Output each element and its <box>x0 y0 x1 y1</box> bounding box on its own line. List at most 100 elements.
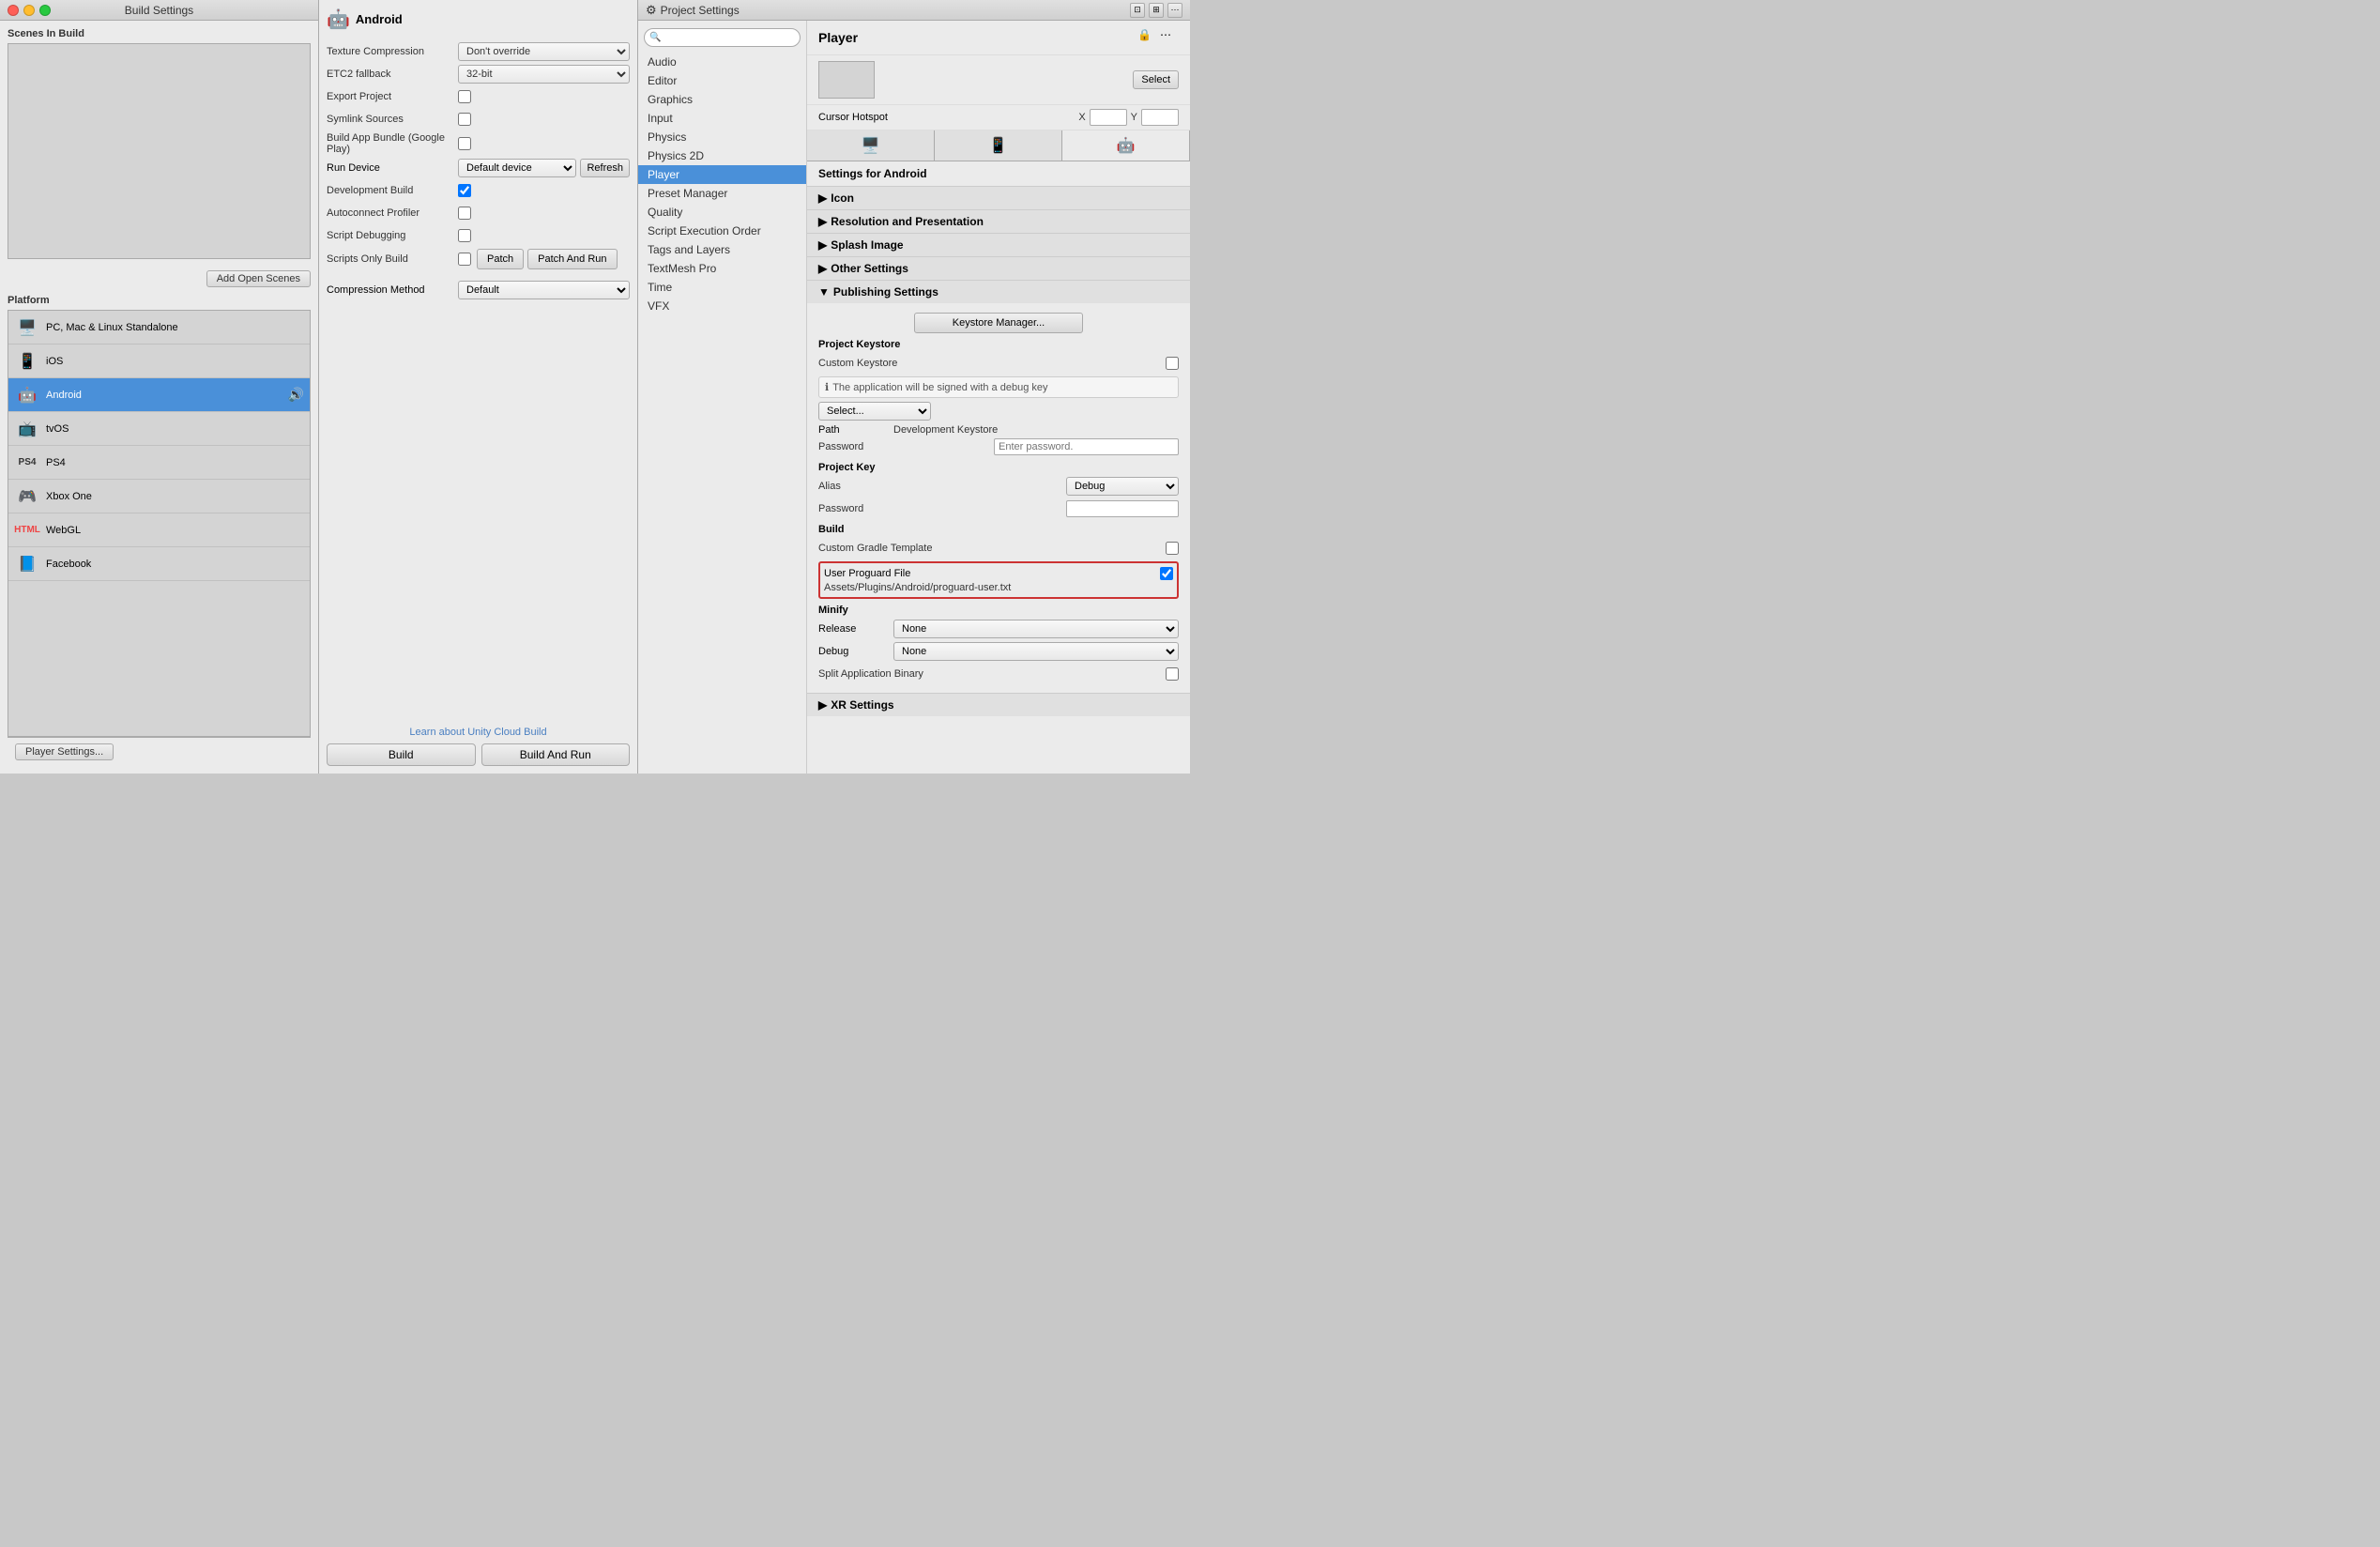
info-text: The application will be signed with a de… <box>832 382 1047 393</box>
splash-section-header[interactable]: ▶ Splash Image <box>807 234 1190 256</box>
ps-window-ctrl-3[interactable]: ⋯ <box>1167 3 1182 18</box>
build-app-bundle-checkbox[interactable] <box>458 137 471 150</box>
run-device-dropdown[interactable]: Default device <box>458 159 576 177</box>
sidebar-item-player[interactable]: Player <box>638 165 806 184</box>
sidebar-item-quality[interactable]: Quality <box>638 203 806 222</box>
x-input[interactable]: 0 <box>1090 109 1127 126</box>
development-build-label: Development Build <box>327 185 458 196</box>
development-build-row: Development Build <box>327 181 630 200</box>
platform-item-webgl[interactable]: HTML WebGL <box>8 513 310 547</box>
sidebar-item-tags-and-layers[interactable]: Tags and Layers <box>638 240 806 259</box>
cursor-hotspot-row: Cursor Hotspot X 0 Y 0 <box>807 105 1190 130</box>
tab-mobile[interactable]: 📱 <box>935 130 1062 161</box>
split-application-checkbox[interactable] <box>1166 667 1179 681</box>
platform-item-android[interactable]: 🤖 Android 🔊 <box>8 378 310 412</box>
keystore-select[interactable]: Select... <box>818 402 931 421</box>
sidebar-item-textmesh-pro[interactable]: TextMesh Pro <box>638 259 806 278</box>
player-settings-button[interactable]: Player Settings... <box>15 743 114 760</box>
sidebar-item-vfx[interactable]: VFX <box>638 297 806 315</box>
minify-release-select[interactable]: None <box>893 620 1179 638</box>
compression-method-dropdown[interactable]: Default <box>458 281 630 299</box>
sidebar-item-physics[interactable]: Physics <box>638 128 806 146</box>
add-open-scenes-button[interactable]: Add Open Scenes <box>206 270 311 287</box>
sidebar-item-script-execution-order[interactable]: Script Execution Order <box>638 222 806 240</box>
build-settings-titlebar: Build Settings <box>0 0 318 21</box>
tvos-icon: 📺 <box>14 416 40 442</box>
proguard-checkbox[interactable] <box>1160 567 1173 580</box>
info-icon: ℹ <box>825 381 829 393</box>
lock-icon[interactable]: 🔒 <box>1137 28 1156 47</box>
platform-item-ios[interactable]: 📱 iOS <box>8 345 310 378</box>
platform-item-tvos[interactable]: 📺 tvOS <box>8 412 310 446</box>
export-project-checkbox[interactable] <box>458 90 471 103</box>
minimize-button[interactable] <box>23 5 35 16</box>
minify-debug-row: Debug None <box>818 642 1179 661</box>
sidebar-item-input[interactable]: Input <box>638 109 806 128</box>
other-settings-header[interactable]: ▶ Other Settings <box>807 257 1190 280</box>
etc2-fallback-dropdown[interactable]: 32-bit <box>458 65 630 84</box>
learn-link-row: Learn about Unity Cloud Build <box>327 715 630 738</box>
sidebar-item-audio[interactable]: Audio <box>638 53 806 71</box>
sidebar-item-time[interactable]: Time <box>638 278 806 297</box>
build-and-run-button[interactable]: Build And Run <box>481 743 631 766</box>
minify-debug-select[interactable]: None <box>893 642 1179 661</box>
ps-window-ctrl-1[interactable]: ⊡ <box>1130 3 1145 18</box>
ps-window-ctrl-2[interactable]: ⊞ <box>1149 3 1164 18</box>
sidebar-item-editor[interactable]: Editor <box>638 71 806 90</box>
project-key-header: Project Key <box>818 462 1179 473</box>
build-app-bundle-row: Build App Bundle (Google Play) <box>327 132 630 155</box>
platform-item-facebook[interactable]: 📘 Facebook <box>8 547 310 581</box>
password-input[interactable] <box>994 438 1179 455</box>
android-header: 🤖 Android <box>327 8 630 31</box>
alias-select[interactable]: Debug <box>1066 477 1179 496</box>
close-button[interactable] <box>8 5 19 16</box>
learn-link[interactable]: Learn about Unity Cloud Build <box>409 727 546 738</box>
custom-gradle-checkbox[interactable] <box>1166 542 1179 555</box>
proguard-path: Assets/Plugins/Android/proguard-user.txt <box>824 582 1173 593</box>
sidebar-item-physics2d[interactable]: Physics 2D <box>638 146 806 165</box>
tab-android[interactable]: 🤖 <box>1062 130 1190 161</box>
tab-standalone[interactable]: 🖥️ <box>807 130 935 161</box>
run-device-label: Run Device <box>327 162 458 174</box>
platform-name-webgl: WebGL <box>46 525 81 536</box>
symlink-sources-row: Symlink Sources <box>327 110 630 129</box>
custom-keystore-label: Custom Keystore <box>818 358 1166 369</box>
icon-section-header[interactable]: ▶ Icon <box>807 187 1190 209</box>
development-build-checkbox[interactable] <box>458 184 471 197</box>
etc2-fallback-row: ETC2 fallback 32-bit <box>327 65 630 84</box>
project-settings-title-bar: ⚙ Project Settings <box>646 3 740 18</box>
texture-compression-row: Texture Compression Don't override <box>327 42 630 61</box>
search-input[interactable] <box>644 28 801 47</box>
platform-item-xbox[interactable]: 🎮 Xbox One <box>8 480 310 513</box>
texture-compression-dropdown[interactable]: Don't override <box>458 42 630 61</box>
minify-release-label: Release <box>818 623 893 635</box>
select-button[interactable]: Select <box>1133 70 1179 89</box>
publishing-header[interactable]: ▼ Publishing Settings <box>807 281 1190 303</box>
autoconnect-profiler-checkbox[interactable] <box>458 207 471 220</box>
x-label: X <box>1078 112 1085 123</box>
maximize-button[interactable] <box>39 5 51 16</box>
project-settings-titlebar: ⚙ Project Settings ⊡ ⊞ ⋯ <box>638 0 1190 21</box>
splash-section: ▶ Splash Image <box>807 233 1190 256</box>
ios-icon: 📱 <box>14 348 40 375</box>
build-button[interactable]: Build <box>327 743 476 766</box>
sidebar-item-graphics[interactable]: Graphics <box>638 90 806 109</box>
patch-and-run-button[interactable]: Patch And Run <box>527 249 617 269</box>
xr-settings-header[interactable]: ▶ XR Settings <box>807 694 1190 716</box>
script-debugging-checkbox[interactable] <box>458 229 471 242</box>
symlink-sources-checkbox[interactable] <box>458 113 471 126</box>
dev-keystore-label: Development Keystore <box>893 424 998 436</box>
keystore-manager-button[interactable]: Keystore Manager... <box>914 313 1083 333</box>
patch-button[interactable]: Patch <box>477 249 524 269</box>
custom-keystore-checkbox[interactable] <box>1166 357 1179 370</box>
sidebar-item-preset-manager[interactable]: Preset Manager <box>638 184 806 203</box>
key-password-input[interactable] <box>1066 500 1179 517</box>
more-icon[interactable]: ⋯ <box>1160 28 1179 47</box>
platform-name-xbox: Xbox One <box>46 491 92 502</box>
y-input[interactable]: 0 <box>1141 109 1179 126</box>
resolution-section-header[interactable]: ▶ Resolution and Presentation <box>807 210 1190 233</box>
refresh-button[interactable]: Refresh <box>580 159 630 177</box>
platform-item-ps4[interactable]: PS4 PS4 <box>8 446 310 480</box>
scripts-only-build-checkbox[interactable] <box>458 253 471 266</box>
platform-item-standalone[interactable]: 🖥️ PC, Mac & Linux Standalone <box>8 311 310 345</box>
